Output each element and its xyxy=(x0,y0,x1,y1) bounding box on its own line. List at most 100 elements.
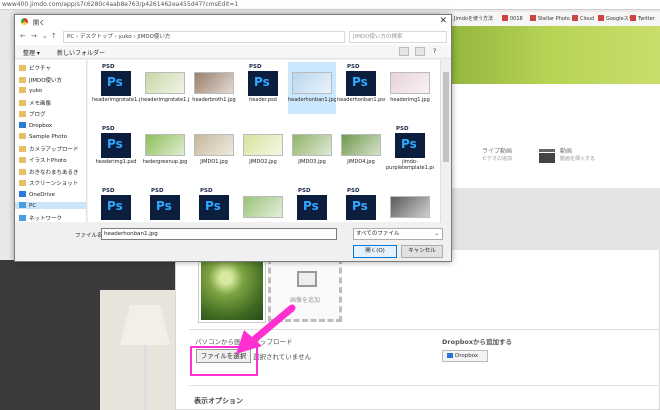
open-button[interactable]: 開く(O) xyxy=(353,245,397,258)
filename-input[interactable]: headerhonban1.jpg xyxy=(101,228,337,240)
file-item[interactable]: headerimgrotate1.jpg xyxy=(141,62,189,114)
file-item[interactable]: PSD Ps header.psd xyxy=(239,62,287,114)
file-item[interactable]: headerbroth1.jpg xyxy=(190,62,238,114)
preview-pane-icon[interactable] xyxy=(415,47,425,56)
sidebar-item[interactable]: ブログ xyxy=(19,110,46,118)
file-item[interactable]: PSD Ps headerhonban1.psd xyxy=(337,62,385,114)
sidebar-item[interactable]: PC xyxy=(15,202,86,209)
file-item[interactable]: PSD Ps xyxy=(190,186,238,222)
sidebar-item-label: ネットワーク xyxy=(29,215,63,222)
file-item[interactable]: headerhonban1.jpg xyxy=(288,62,336,114)
file-name: JIMDO4.jpg xyxy=(347,159,375,165)
bookmarks-bar: Jimdoを使う方法 0018 Stellar Photo Cloud Goog… xyxy=(440,12,660,26)
file-item[interactable]: PSD Ps xyxy=(141,186,189,222)
file-item[interactable]: PSDPsheaderimgrotate1.psd xyxy=(92,62,140,114)
folder-icon xyxy=(19,65,26,71)
file-name: headerimgrotate1.psd xyxy=(92,97,140,103)
sidebar-item[interactable]: ピクチャ xyxy=(19,64,51,72)
image-thumbnail xyxy=(194,72,234,94)
sidebar-item-label: OneDrive xyxy=(29,191,55,198)
scrollbar-thumb[interactable] xyxy=(443,72,449,162)
view-options-icon[interactable] xyxy=(399,47,409,56)
sidebar-item-label: PC xyxy=(29,203,37,209)
sidebar-item[interactable]: スクリーンショット xyxy=(19,179,78,187)
cloud-icon xyxy=(19,190,26,197)
dropbox-button[interactable]: Dropbox xyxy=(442,350,488,362)
address-bar[interactable]: www400.jimdo.com/app/s7c6280c4aab8e763/p… xyxy=(0,0,660,10)
organize-menu[interactable]: 整理 ▾ xyxy=(23,48,40,57)
bookmark-item[interactable]: Stellar Photo xyxy=(530,15,570,22)
bookmark-item[interactable]: Cloud xyxy=(572,15,594,22)
clapperboard-icon xyxy=(539,149,555,163)
file-name: JIMDO1.jpg xyxy=(200,159,228,165)
sidebar-item[interactable]: イラストPhoto xyxy=(19,156,67,164)
image-thumbnail xyxy=(145,134,185,156)
file-list[interactable]: PSDPsheaderimgrotate1.psdheaderimgrotate… xyxy=(88,60,440,222)
add-live-video-block[interactable]: ライブ動画 ビデオの追加 xyxy=(452,142,540,174)
file-item[interactable]: PSD Ps headerimg1.psd xyxy=(92,124,140,176)
image-thumbnail xyxy=(390,72,430,94)
breadcrumb[interactable]: PC › デスクトップ › yuko › JIMDO使い方 xyxy=(63,31,345,43)
file-item[interactable]: JIMDO4.jpg xyxy=(337,124,385,176)
file-item[interactable]: PSD Ps xyxy=(92,186,140,222)
sidebar-item[interactable]: OneDrive xyxy=(19,190,55,198)
sidebar-item-label: イラストPhoto xyxy=(29,158,67,164)
sidebar-item[interactable]: Dropbox xyxy=(19,121,52,129)
folder-icon xyxy=(19,87,26,93)
sidebar-item-label: JIMDO使い方 xyxy=(29,77,63,84)
add-video-block[interactable]: 動画 動画を挿入する xyxy=(530,142,618,174)
file-item[interactable]: PSD Ps jimdo-purpletemplate1.psd xyxy=(386,124,434,176)
vertical-scrollbar[interactable] xyxy=(440,60,451,222)
file-item[interactable]: JIMDO1.jpg xyxy=(190,124,238,176)
close-icon[interactable]: ✕ xyxy=(439,16,447,26)
navigation-bar: ← → ⌄ ↑ PC › デスクトップ › yuko › JIMDO使い方 JI… xyxy=(15,29,451,45)
sidebar-item[interactable]: yuko xyxy=(19,87,42,94)
up-arrow-icon[interactable]: ↑ xyxy=(51,32,57,40)
photoshop-file-icon: PSD Ps xyxy=(346,64,376,96)
file-item[interactable]: PSD Ps xyxy=(337,186,385,222)
sidebar-item[interactable]: ネットワーク xyxy=(19,214,62,222)
bookmark-item[interactable]: Twitter xyxy=(630,15,655,22)
photoshop-file-icon: PSD Ps xyxy=(346,188,376,220)
file-item[interactable]: PSD Ps xyxy=(288,186,336,222)
file-item[interactable] xyxy=(386,186,434,222)
sidebar-item[interactable]: JIMDO使い方 xyxy=(19,76,62,84)
add-block-subtitle: 動画を挿入する xyxy=(560,156,596,162)
file-name: JIMDO2.jpg xyxy=(249,159,277,165)
search-input[interactable]: JIMDO使い方の検索 xyxy=(349,31,447,43)
image-thumbnail xyxy=(341,134,381,156)
file-name: headerimg1.psd xyxy=(95,159,137,165)
add-block-subtitle: ビデオの追加 xyxy=(482,156,513,162)
sidebar-item-label: スクリーンショット xyxy=(29,181,79,187)
bookmark-item[interactable]: Googleスケ xyxy=(598,15,634,22)
back-arrow-icon[interactable]: ← xyxy=(20,32,26,40)
sidebar-item[interactable]: メモ画像 xyxy=(19,99,51,107)
sidebar-item[interactable]: カメラアップロード xyxy=(19,145,79,153)
file-item[interactable]: hedergreenup.jpg xyxy=(141,124,189,176)
filetype-select[interactable]: すべてのファイル ⌄ xyxy=(353,228,443,240)
file-item[interactable]: JIMDO2.jpg xyxy=(239,124,287,176)
file-name: header.psd xyxy=(249,97,277,103)
computer-icon xyxy=(19,214,26,221)
image-thumbnail xyxy=(243,134,283,156)
chevron-down-icon[interactable]: ⌄ xyxy=(42,32,48,40)
bookmark-item[interactable]: 0018 xyxy=(502,15,523,22)
file-name: headerimg1.jpg xyxy=(390,97,430,103)
file-item[interactable] xyxy=(239,186,287,222)
bookmark-item[interactable]: Jimdoを使う方法 xyxy=(446,15,493,22)
sidebar-item[interactable]: Sample Photo xyxy=(19,133,67,140)
sidebar-item[interactable]: おきなわまちあるき xyxy=(19,168,79,176)
help-icon[interactable]: ? xyxy=(433,48,436,55)
navigation-pane[interactable]: ピクチャ JIMDO使い方 yuko メモ画像ブログ Dropbox Sample Pho… xyxy=(15,60,87,222)
file-name: headerhonban1.psd xyxy=(337,97,385,103)
file-item[interactable]: headerimg1.jpg xyxy=(386,62,434,114)
video-icon xyxy=(460,148,478,164)
photoshop-file-icon: PSD Ps xyxy=(248,64,278,96)
new-folder-button[interactable]: 新しいフォルダー xyxy=(57,48,105,57)
file-item[interactable]: JIMDO3.jpg xyxy=(288,124,336,176)
add-block-title: 動画 xyxy=(560,148,573,155)
cancel-button[interactable]: キャンセル xyxy=(401,245,443,258)
image-thumbnail xyxy=(145,72,185,94)
bookmark-icon xyxy=(502,15,508,21)
forward-arrow-icon[interactable]: → xyxy=(31,32,37,40)
